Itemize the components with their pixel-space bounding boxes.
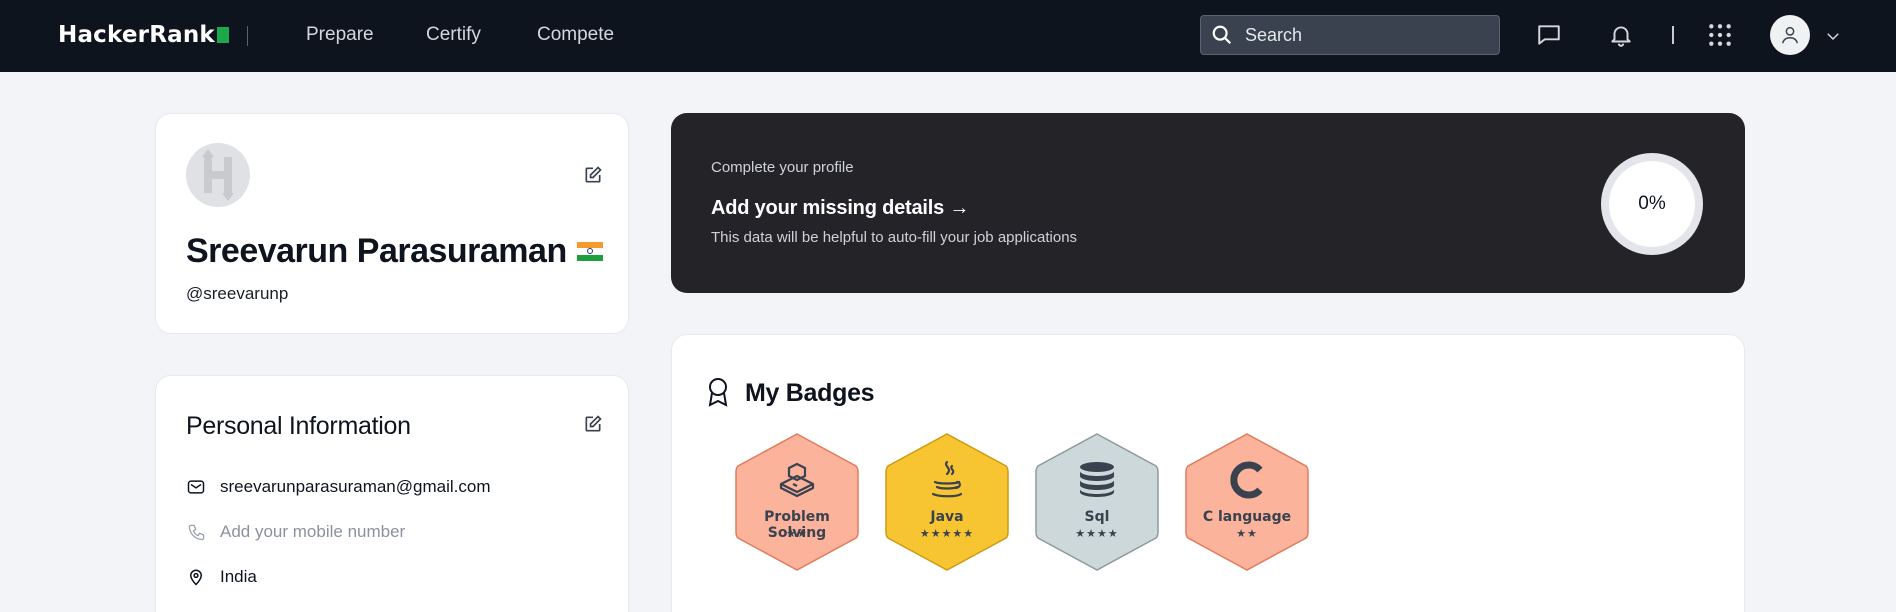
complete-profile-subtitle: This data will be helpful to auto-fill y… (711, 229, 1078, 246)
search-input[interactable] (1245, 24, 1485, 46)
location-pin-icon (186, 567, 206, 587)
user-icon (1781, 26, 1799, 44)
india-flag-icon (576, 241, 603, 262)
java-icon (884, 460, 1010, 500)
search-box[interactable] (1200, 15, 1500, 55)
my-badges-card: My Badges Problem Solving ★★ Java ★★★★★ … (671, 334, 1745, 612)
add-missing-details-text: Add your missing details (711, 197, 945, 219)
location-row: India (186, 567, 257, 587)
nav-link-prepare[interactable]: Prepare (306, 24, 374, 46)
badge-java[interactable]: Java ★★★★★ (884, 432, 1010, 572)
problem-solving-icon (734, 460, 860, 498)
apps-grid-icon[interactable] (1707, 22, 1733, 48)
badge-name: Java (930, 509, 964, 525)
profile-avatar (186, 143, 250, 207)
nav-divider (247, 26, 248, 46)
hackerrank-logo[interactable]: HackerRank (58, 22, 229, 48)
email-row: sreevarunparasuraman@gmail.com (186, 477, 490, 497)
badge-ribbon-icon (708, 378, 728, 407)
badge-name: Sql (1084, 509, 1110, 525)
c-language-icon (1184, 460, 1310, 500)
nav-divider-right (1672, 26, 1674, 44)
profile-handle: @sreevarunp (186, 284, 289, 303)
badge-stars: ★★ (1236, 527, 1258, 540)
logo-text: HackerRank (58, 22, 215, 48)
logo-mark-icon (216, 27, 229, 43)
profile-card: Sreevarun Parasuraman @sreevarunp (155, 113, 629, 334)
badge-name: C language (1202, 509, 1292, 525)
personal-information-title: Personal Information (186, 412, 411, 440)
messages-icon[interactable] (1536, 22, 1562, 48)
badge-sql[interactable]: Sql ★★★★ (1034, 432, 1160, 572)
nav-link-compete[interactable]: Compete (537, 24, 614, 46)
database-icon (1034, 460, 1160, 498)
user-avatar-button[interactable] (1770, 15, 1810, 55)
profile-name-text: Sreevarun Parasuraman (186, 232, 567, 270)
my-badges-title: My Badges (745, 379, 875, 407)
mobile-row[interactable]: Add your mobile number (186, 522, 405, 542)
profile-completion-ring: 0% (1601, 153, 1703, 255)
add-missing-details-link[interactable]: Add your missing details → (711, 197, 969, 220)
arrow-right-icon: → (949, 197, 970, 219)
top-navbar: HackerRank Prepare Certify Compete (0, 0, 1896, 72)
location-value: India (220, 567, 257, 586)
nav-link-certify[interactable]: Certify (426, 24, 481, 46)
badge-stars: ★★★★ (1075, 527, 1119, 540)
add-mobile-number-link[interactable]: Add your mobile number (220, 522, 405, 542)
profile-name: Sreevarun Parasuraman (186, 232, 603, 271)
hackerrank-h-avatar-icon (202, 149, 234, 201)
badge-stars: ★★★★★ (919, 527, 975, 540)
phone-icon (186, 522, 206, 542)
complete-profile-label: Complete your profile (711, 159, 854, 176)
complete-profile-banner: Complete your profile Add your missing d… (671, 113, 1745, 293)
email-value: sreevarunparasuraman@gmail.com (220, 477, 491, 496)
badge-c-language[interactable]: C language ★★ (1184, 432, 1310, 572)
personal-information-card: Personal Information sreevarunparasurama… (155, 375, 629, 612)
edit-profile-icon[interactable] (583, 165, 603, 185)
notifications-bell-icon[interactable] (1608, 22, 1634, 48)
mail-icon (186, 477, 206, 497)
search-icon (1212, 25, 1232, 45)
edit-personal-info-icon[interactable] (583, 414, 603, 434)
chevron-down-icon[interactable] (1824, 27, 1842, 45)
profile-completion-percent: 0% (1609, 161, 1695, 247)
badge-problem-solving[interactable]: Problem Solving ★★ (734, 432, 860, 572)
badge-stars: ★★ (786, 527, 808, 540)
